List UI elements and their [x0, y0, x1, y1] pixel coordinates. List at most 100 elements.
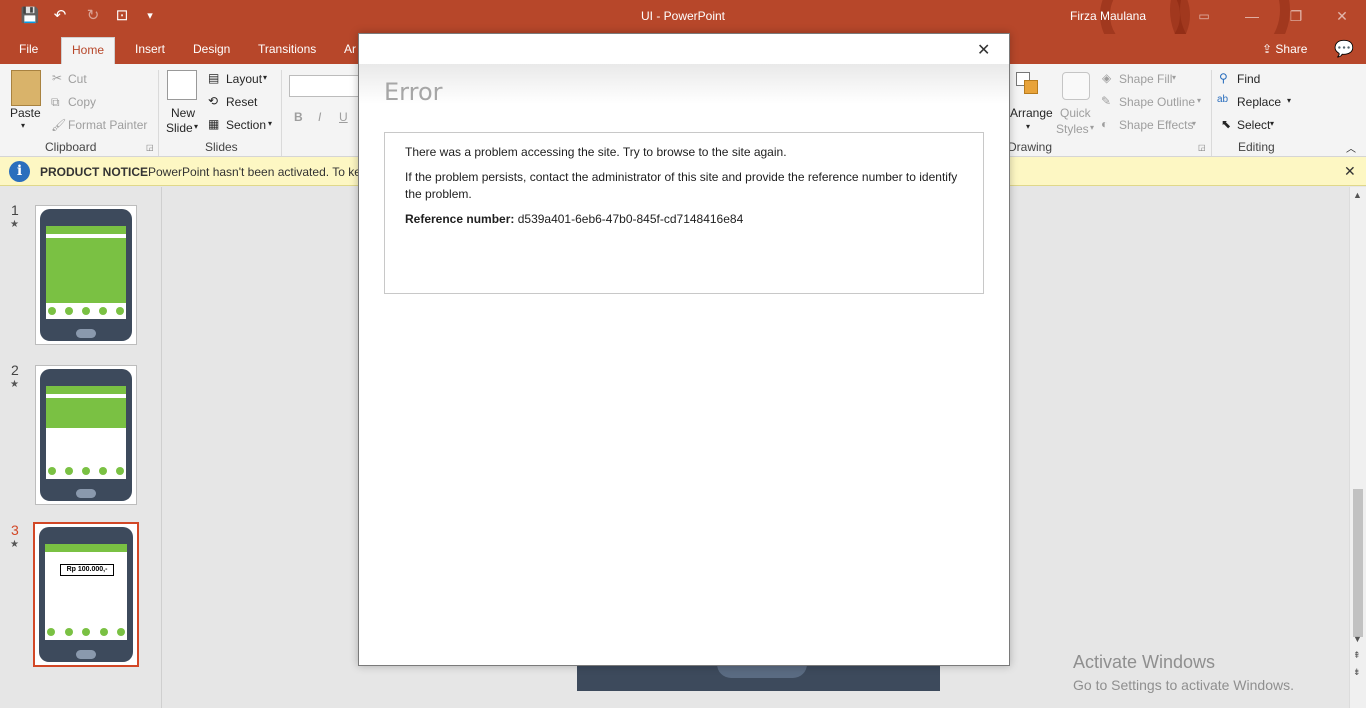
- tab-home[interactable]: Home: [61, 37, 116, 64]
- tab-file[interactable]: File: [19, 40, 38, 64]
- new-slide-icon[interactable]: [167, 70, 197, 100]
- paste-icon[interactable]: [11, 70, 41, 106]
- slide-thumbnail-1[interactable]: [35, 205, 137, 345]
- restore-button[interactable]: ❐: [1276, 4, 1316, 28]
- group-separator: [281, 70, 282, 156]
- scroll-thumb[interactable]: [1353, 489, 1363, 637]
- arrange-icon[interactable]: [1016, 72, 1042, 98]
- ribbon-display-icon[interactable]: ▭: [1184, 4, 1224, 28]
- copy-button[interactable]: Copy: [68, 95, 96, 109]
- notice-label: PRODUCT NOTICE: [40, 165, 148, 179]
- paste-button[interactable]: Paste: [10, 106, 41, 120]
- previous-slide-icon[interactable]: ⇞: [1353, 650, 1361, 661]
- reset-icon: ⟲: [208, 94, 219, 108]
- scroll-down-icon[interactable]: ▼: [1353, 634, 1362, 644]
- phone-graphic: Rp 100.000,-: [39, 527, 133, 662]
- layout-dropdown-icon[interactable]: ▾: [263, 73, 267, 82]
- amount-box: Rp 100.000,-: [60, 564, 114, 576]
- section-dropdown-icon[interactable]: ▾: [268, 119, 272, 128]
- arrange-button[interactable]: Arrange: [1010, 106, 1053, 120]
- slide-number: 3: [11, 522, 19, 538]
- slide-number: 1: [11, 202, 19, 218]
- new-slide-button[interactable]: New: [171, 106, 195, 120]
- user-name[interactable]: Firza Maulana: [1070, 9, 1146, 23]
- group-label-drawing: Drawing: [1008, 140, 1053, 154]
- error-dialog: ✕ Error There was a problem accessing th…: [358, 33, 1010, 666]
- tab-insert[interactable]: Insert: [135, 40, 165, 64]
- arrange-dropdown-icon[interactable]: ▾: [1026, 122, 1030, 131]
- section-icon: ▦: [208, 117, 220, 131]
- shape-effects-dropdown-icon[interactable]: ▾: [1192, 119, 1196, 128]
- close-window-button[interactable]: ✕: [1322, 4, 1362, 28]
- section-button[interactable]: Section: [226, 118, 266, 132]
- slide-canvas-peek[interactable]: [577, 664, 940, 691]
- italic-button[interactable]: I: [318, 110, 321, 124]
- activate-windows-title: Activate Windows: [1073, 652, 1216, 672]
- vertical-scrollbar[interactable]: ▲ ▼ ⇞ ⇟: [1349, 187, 1366, 708]
- collapse-ribbon-icon[interactable]: ︿: [1346, 140, 1356, 155]
- paste-dropdown-icon[interactable]: ▾: [21, 121, 25, 130]
- replace-dropdown-icon[interactable]: ▾: [1287, 96, 1291, 105]
- slide-thumbnail-3[interactable]: Rp 100.000,-: [33, 522, 139, 667]
- group-separator: [158, 70, 159, 156]
- quick-styles-button-line2[interactable]: Styles: [1056, 122, 1089, 136]
- notice-text: PowerPoint hasn't been activated. To ke: [148, 165, 360, 179]
- select-dropdown-icon[interactable]: ▾: [1270, 119, 1274, 128]
- comments-icon[interactable]: 💬: [1334, 39, 1354, 59]
- layout-button[interactable]: Layout: [226, 72, 262, 86]
- shape-effects-button[interactable]: Shape Effects: [1119, 118, 1194, 132]
- shape-effects-icon: ◐: [1101, 117, 1109, 131]
- animation-star-icon: ★: [10, 379, 19, 390]
- reference-label: Reference number:: [405, 212, 515, 226]
- group-label-editing: Editing: [1238, 140, 1275, 154]
- tab-animations[interactable]: Ar: [344, 40, 356, 64]
- animation-star-icon: ★: [10, 219, 19, 230]
- quick-styles-button[interactable]: Quick: [1060, 106, 1091, 120]
- group-label-slides: Slides: [205, 140, 238, 154]
- group-separator: [1211, 70, 1212, 156]
- underline-button[interactable]: U: [339, 110, 348, 124]
- font-name-input[interactable]: [289, 75, 359, 97]
- reset-button[interactable]: Reset: [226, 95, 257, 109]
- shape-outline-dropdown-icon[interactable]: ▾: [1197, 96, 1201, 105]
- shape-fill-button[interactable]: Shape Fill: [1119, 72, 1172, 86]
- shape-fill-dropdown-icon[interactable]: ▾: [1172, 73, 1176, 82]
- select-button[interactable]: Select: [1237, 118, 1270, 132]
- cut-button[interactable]: Cut: [68, 72, 87, 86]
- tab-design[interactable]: Design: [193, 40, 230, 64]
- find-button[interactable]: Find: [1237, 72, 1260, 86]
- quick-styles-dropdown-icon[interactable]: ▾: [1090, 123, 1094, 132]
- animation-star-icon: ★: [10, 539, 19, 550]
- reference-number: d539a401-6eb6-47b0-845f-cd7148416e84: [517, 212, 744, 226]
- shape-outline-button[interactable]: Shape Outline: [1119, 95, 1195, 109]
- copy-icon: ⧉: [51, 95, 60, 109]
- shape-outline-icon: ✎: [1101, 94, 1112, 108]
- slide-number: 2: [11, 362, 19, 378]
- cut-icon: ✂: [52, 71, 63, 85]
- error-line-2: If the problem persists, contact the adm…: [405, 170, 958, 201]
- quick-styles-icon[interactable]: [1062, 72, 1090, 100]
- phone-graphic: [40, 369, 132, 501]
- clipboard-launcher-icon[interactable]: ◲: [146, 143, 154, 152]
- new-slide-dropdown-icon[interactable]: ▾: [194, 122, 198, 131]
- group-label-clipboard: Clipboard: [45, 140, 97, 154]
- dialog-close-button[interactable]: ✕: [977, 40, 990, 60]
- tab-transitions[interactable]: Transitions: [258, 40, 316, 64]
- scroll-up-icon[interactable]: ▲: [1353, 190, 1362, 200]
- replace-icon: ab: [1217, 94, 1229, 105]
- error-message-box: There was a problem accessing the site. …: [384, 132, 984, 294]
- drawing-launcher-icon[interactable]: ◲: [1198, 143, 1206, 152]
- new-slide-button-line2[interactable]: Slide: [166, 121, 193, 135]
- next-slide-icon[interactable]: ⇟: [1353, 667, 1361, 678]
- format-painter-button[interactable]: Format Painter: [68, 118, 147, 132]
- shape-fill-icon: ◈: [1102, 71, 1112, 85]
- phone-graphic: [40, 209, 132, 341]
- share-button[interactable]: ⇪ Share: [1262, 42, 1307, 56]
- minimize-button[interactable]: —: [1232, 4, 1272, 28]
- bold-button[interactable]: B: [294, 110, 303, 124]
- activate-windows-subtitle: Go to Settings to activate Windows.: [1073, 677, 1294, 693]
- replace-button[interactable]: Replace: [1237, 95, 1281, 109]
- notice-close-button[interactable]: ✕: [1344, 163, 1356, 180]
- slide-thumbnail-2[interactable]: [35, 365, 137, 505]
- error-line-1: There was a problem accessing the site. …: [405, 145, 787, 159]
